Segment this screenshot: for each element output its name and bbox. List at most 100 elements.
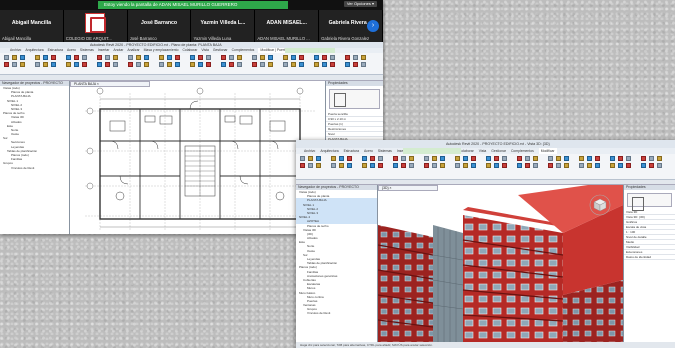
tool-icon[interactable] <box>82 62 87 67</box>
tool-icon[interactable] <box>229 55 234 60</box>
tool-icon[interactable] <box>353 62 358 67</box>
tool-icon[interactable] <box>378 163 383 168</box>
tool-icon[interactable] <box>299 62 304 67</box>
tool-icon[interactable] <box>314 55 319 60</box>
tool-icon[interactable] <box>43 62 48 67</box>
tool-icon[interactable] <box>401 163 406 168</box>
tool-icon[interactable] <box>190 55 195 60</box>
tool-icon[interactable] <box>564 156 569 161</box>
participant-tile[interactable]: Abigail Mancilla Abigail Mancilla <box>0 10 64 42</box>
tool-icon[interactable] <box>556 163 561 168</box>
tool-icon[interactable] <box>237 62 242 67</box>
tool-icon[interactable] <box>471 156 476 161</box>
tool-icon[interactable] <box>308 156 313 161</box>
tool-icon[interactable] <box>548 156 553 161</box>
tool-icon[interactable] <box>268 55 273 60</box>
tool-icon[interactable] <box>322 55 327 60</box>
tool-icon[interactable] <box>51 62 56 67</box>
tool-icon[interactable] <box>548 163 553 168</box>
tool-icon[interactable] <box>35 62 40 67</box>
tool-icon[interactable] <box>347 163 352 168</box>
type-selector[interactable] <box>627 193 672 211</box>
tool-icon[interactable] <box>361 55 366 60</box>
tree-item[interactable]: Vínculos de Revit <box>296 311 377 315</box>
tool-icon[interactable] <box>12 55 17 60</box>
participant-tile[interactable]: ADAN MISAEL... ADAN MISAEL MURILLO ... <box>255 10 320 42</box>
tool-icon[interactable] <box>136 55 141 60</box>
tool-icon[interactable] <box>587 156 592 161</box>
tool-icon[interactable] <box>440 156 445 161</box>
tool-icon[interactable] <box>167 55 172 60</box>
tool-icon[interactable] <box>432 156 437 161</box>
tool-icon[interactable] <box>502 163 507 168</box>
tool-icon[interactable] <box>393 163 398 168</box>
tool-icon[interactable] <box>97 55 102 60</box>
participant-tile[interactable]: Yazmin Villeda L... Yazmin Villeda Luna <box>191 10 256 42</box>
tool-icon[interactable] <box>463 156 468 161</box>
tool-icon[interactable] <box>198 55 203 60</box>
tool-icon[interactable] <box>291 62 296 67</box>
tool-icon[interactable] <box>159 62 164 67</box>
tool-icon[interactable] <box>316 156 321 161</box>
floor-plan-view[interactable]: PLANTA BAJA × <box>70 81 325 234</box>
tool-icon[interactable] <box>455 156 460 161</box>
tool-icon[interactable] <box>97 62 102 67</box>
tool-icon[interactable] <box>314 62 319 67</box>
tool-icon[interactable] <box>517 156 522 161</box>
tool-icon[interactable] <box>74 62 79 67</box>
tool-icon[interactable] <box>20 62 25 67</box>
tool-icon[interactable] <box>128 62 133 67</box>
tool-icon[interactable] <box>347 156 352 161</box>
tool-icon[interactable] <box>641 163 646 168</box>
tool-icon[interactable] <box>82 55 87 60</box>
tool-icon[interactable] <box>283 62 288 67</box>
tool-icon[interactable] <box>362 163 367 168</box>
tool-icon[interactable] <box>51 55 56 60</box>
participant-tile[interactable]: José Barranco José Barranco <box>127 10 192 42</box>
tool-icon[interactable] <box>252 55 257 60</box>
tool-icon[interactable] <box>283 55 288 60</box>
tool-icon[interactable] <box>221 55 226 60</box>
tool-icon[interactable] <box>331 163 336 168</box>
tool-icon[interactable] <box>517 163 522 168</box>
tool-icon[interactable] <box>291 55 296 60</box>
tool-icon[interactable] <box>260 55 265 60</box>
tool-icon[interactable] <box>564 163 569 168</box>
view-options-button[interactable]: Ver Opciones ▾ <box>343 1 377 7</box>
tool-icon[interactable] <box>4 62 9 67</box>
tool-icon[interactable] <box>486 163 491 168</box>
tool-icon[interactable] <box>20 55 25 60</box>
tool-icon[interactable] <box>424 163 429 168</box>
tool-icon[interactable] <box>345 62 350 67</box>
tool-icon[interactable] <box>308 163 313 168</box>
tool-icon[interactable] <box>494 163 499 168</box>
tool-icon[interactable] <box>533 163 538 168</box>
tool-icon[interactable] <box>455 163 460 168</box>
tool-icon[interactable] <box>471 163 476 168</box>
tool-icon[interactable] <box>206 55 211 60</box>
tool-icon[interactable] <box>299 55 304 60</box>
tool-icon[interactable] <box>618 163 623 168</box>
tool-icon[interactable] <box>221 62 226 67</box>
tool-icon[interactable] <box>409 156 414 161</box>
tool-icon[interactable] <box>74 55 79 60</box>
type-selector[interactable] <box>329 89 380 109</box>
tool-icon[interactable] <box>128 55 133 60</box>
tool-icon[interactable] <box>300 163 305 168</box>
tool-icon[interactable] <box>330 55 335 60</box>
tool-icon[interactable] <box>361 62 366 67</box>
tool-icon[interactable] <box>322 62 327 67</box>
tool-icon[interactable] <box>432 163 437 168</box>
tool-icon[interactable] <box>502 156 507 161</box>
tool-icon[interactable] <box>175 62 180 67</box>
tool-icon[interactable] <box>556 156 561 161</box>
tool-icon[interactable] <box>579 156 584 161</box>
tool-icon[interactable] <box>12 62 17 67</box>
tool-icon[interactable] <box>144 55 149 60</box>
tool-icon[interactable] <box>345 55 350 60</box>
tool-icon[interactable] <box>330 62 335 67</box>
tool-icon[interactable] <box>4 55 9 60</box>
tool-icon[interactable] <box>486 156 491 161</box>
tool-icon[interactable] <box>401 156 406 161</box>
tool-icon[interactable] <box>113 62 118 67</box>
